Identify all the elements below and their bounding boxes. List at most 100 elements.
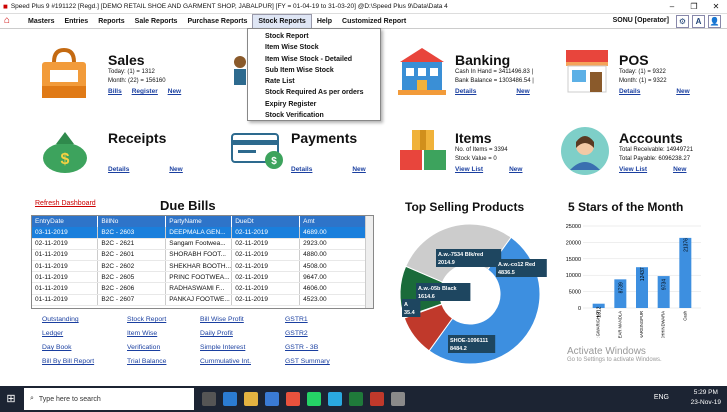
items-title: Items xyxy=(455,130,492,146)
quick-link[interactable]: Outstanding xyxy=(42,316,79,323)
menu-masters[interactable]: Masters xyxy=(23,14,59,29)
column-header[interactable]: EntryDate xyxy=(32,216,99,227)
items-view-list-link[interactable]: View List xyxy=(455,166,483,173)
quick-link[interactable]: Daily Profit xyxy=(200,330,233,337)
pos-new-link[interactable]: New xyxy=(676,88,689,95)
file-explorer-icon[interactable] xyxy=(244,392,258,406)
quick-link[interactable]: Simple Interest xyxy=(200,344,245,351)
menu-customized-report[interactable]: Customized Report xyxy=(337,14,411,29)
user-icon[interactable]: 👤 xyxy=(708,15,721,28)
table-row[interactable]: 01-11-2019 B2C - 2601 SHORABH FOOT... 02-11… xyxy=(32,249,367,262)
table-row[interactable]: 01-11-2019 B2C - 2605 PRINC FOOTWEA... 02-1… xyxy=(32,271,367,284)
menu-sale-reports[interactable]: Sale Reports xyxy=(130,14,183,29)
stock-value: Stock Value = 0 xyxy=(455,156,497,162)
menu-help[interactable]: Help xyxy=(312,14,337,29)
sales-new-link[interactable]: New xyxy=(168,88,181,95)
grid-scrollbar[interactable] xyxy=(365,216,373,308)
quick-link[interactable]: Bill By Bill Report xyxy=(42,358,94,365)
quick-link[interactable]: GSTR2 xyxy=(285,330,308,337)
skype-icon[interactable] xyxy=(328,392,342,406)
home-icon[interactable]: ⌂ xyxy=(4,15,18,27)
whatsapp-icon[interactable] xyxy=(307,392,321,406)
task-view-icon[interactable] xyxy=(202,392,216,406)
minimize-button[interactable]: – xyxy=(661,0,683,14)
quick-link[interactable]: GSTR - 3B xyxy=(285,344,318,351)
font-size-button[interactable]: A xyxy=(692,15,705,28)
bank-icon xyxy=(396,46,448,98)
due-bills-grid[interactable]: EntryDate BillNo PartyName DueDt Amt 03-11-2… xyxy=(31,215,374,309)
accounts-new-link[interactable]: New xyxy=(673,166,686,173)
payments-details-link[interactable]: Details xyxy=(291,166,312,173)
table-row[interactable]: 01-11-2019 B2C - 2602 SHEKHAR BOOTH... 02-1… xyxy=(32,260,367,273)
dropdown-item-sub-item-wise-stock[interactable]: Sub Item Wise Stock xyxy=(248,65,380,76)
menu-reports[interactable]: Reports xyxy=(93,14,129,29)
menu-purchase-reports[interactable]: Purchase Reports xyxy=(182,14,252,29)
column-header[interactable]: Amt xyxy=(299,216,367,227)
speedplus-icon[interactable] xyxy=(370,392,384,406)
table-row[interactable]: 02-11-2019 B2C - 2621 Sangam Footwea... 02-… xyxy=(32,238,367,250)
quick-link[interactable]: GSTR1 xyxy=(285,316,308,323)
taskbar-search[interactable]: ⌕ Type here to search xyxy=(24,388,194,410)
dropdown-item-stock-required[interactable]: Stock Required As per orders xyxy=(248,87,380,98)
quick-link[interactable]: Day Book xyxy=(42,344,71,351)
dropdown-item-item-wise-stock[interactable]: Item Wise Stock xyxy=(248,42,380,53)
store-icon[interactable] xyxy=(265,392,279,406)
refresh-dashboard-link[interactable]: Refresh Dashboard xyxy=(35,200,96,207)
pos-details-link[interactable]: Details xyxy=(619,88,640,95)
accounts-view-list-link[interactable]: View List xyxy=(619,166,647,173)
windows-start-icon[interactable]: ⊞ xyxy=(0,386,22,412)
dropdown-item-rate-list[interactable]: Rate List xyxy=(248,76,380,87)
app-icon-extra[interactable] xyxy=(391,392,405,406)
y-tick-label: 0 xyxy=(578,306,581,312)
dropdown-item-item-wise-stock-detailed[interactable]: Item Wise Stock - Detailed xyxy=(248,54,380,65)
bar-data-label: 8739 xyxy=(618,282,624,293)
column-header[interactable]: BillNo xyxy=(97,216,167,227)
menu-entries[interactable]: Entries xyxy=(59,14,93,29)
dropdown-item-expiry-register[interactable]: Expiry Register xyxy=(248,99,380,110)
payments-new-link[interactable]: New xyxy=(352,166,365,173)
receipts-new-link[interactable]: New xyxy=(169,166,182,173)
items-new-link[interactable]: New xyxy=(509,166,522,173)
receipts-details-link[interactable]: Details xyxy=(108,166,129,173)
table-cell: 02-11-2019 xyxy=(231,271,301,284)
menu-stock-reports[interactable]: Stock Reports xyxy=(252,13,312,29)
chrome-icon[interactable] xyxy=(286,392,300,406)
sales-title: Sales xyxy=(108,52,145,68)
window-title: Speed Plus 9 #191122 [Regd.] [DEMO RETAI… xyxy=(10,3,448,10)
quick-link[interactable]: Bill Wise Profit xyxy=(200,316,244,323)
top-products-title: Top Selling Products xyxy=(405,200,525,214)
column-header[interactable]: DueDt xyxy=(231,216,301,227)
table-cell: B2C - 2602 xyxy=(97,260,167,273)
dropdown-item-stock-verification[interactable]: Stock Verification xyxy=(248,110,380,121)
table-row[interactable]: 03-11-2019 B2C - 2603 DEEPMALA GEN... 02-11… xyxy=(32,227,367,239)
banking-details-link[interactable]: Details xyxy=(455,88,476,95)
edge-icon[interactable] xyxy=(223,392,237,406)
quick-link[interactable]: Item Wise xyxy=(127,330,157,337)
maximize-button[interactable]: ❐ xyxy=(683,0,705,14)
table-row[interactable]: 01-11-2019 B2C - 2607 PANKAJ FOOTWE... 02-1… xyxy=(32,294,367,306)
clock-time: 5:29 PM xyxy=(693,389,718,396)
taskbar-clock[interactable]: 5:29 PM 23-Nov-19 xyxy=(691,388,721,408)
close-button[interactable]: ✕ xyxy=(705,0,727,14)
taskbar-apps xyxy=(202,392,405,406)
table-row[interactable]: 01-11-2019 B2C - 2606 RADHASWAMI F... 02-11… xyxy=(32,282,367,295)
y-tick-label: 25000 xyxy=(566,224,581,230)
bar-data-label: 21376 xyxy=(683,238,689,252)
quick-link[interactable]: Stock Report xyxy=(127,316,166,323)
quick-link[interactable]: Trial Balance xyxy=(127,358,166,365)
settings-icon[interactable]: ⚙ xyxy=(676,15,689,28)
quick-link[interactable]: Ledger xyxy=(42,330,63,337)
quick-link[interactable]: Cummulative Int. xyxy=(200,358,251,365)
items-tile: Items No. of Items = 3394 Stock Value = … xyxy=(455,130,522,173)
sales-register-link[interactable]: Register xyxy=(132,88,158,95)
excel-icon[interactable] xyxy=(349,392,363,406)
table-cell: 01-11-2019 xyxy=(32,271,99,284)
stock-reports-dropdown: Stock Report Item Wise Stock Item Wise S… xyxy=(247,28,381,121)
quick-link[interactable]: Verification xyxy=(127,344,160,351)
dropdown-item-stock-report[interactable]: Stock Report xyxy=(248,31,380,42)
column-header[interactable]: PartyName xyxy=(165,216,233,227)
quick-link[interactable]: GST Summary xyxy=(285,358,330,365)
sales-bills-link[interactable]: Bills xyxy=(108,88,122,95)
banking-new-link[interactable]: New xyxy=(516,88,529,95)
system-tray[interactable]: ENG xyxy=(654,394,669,401)
